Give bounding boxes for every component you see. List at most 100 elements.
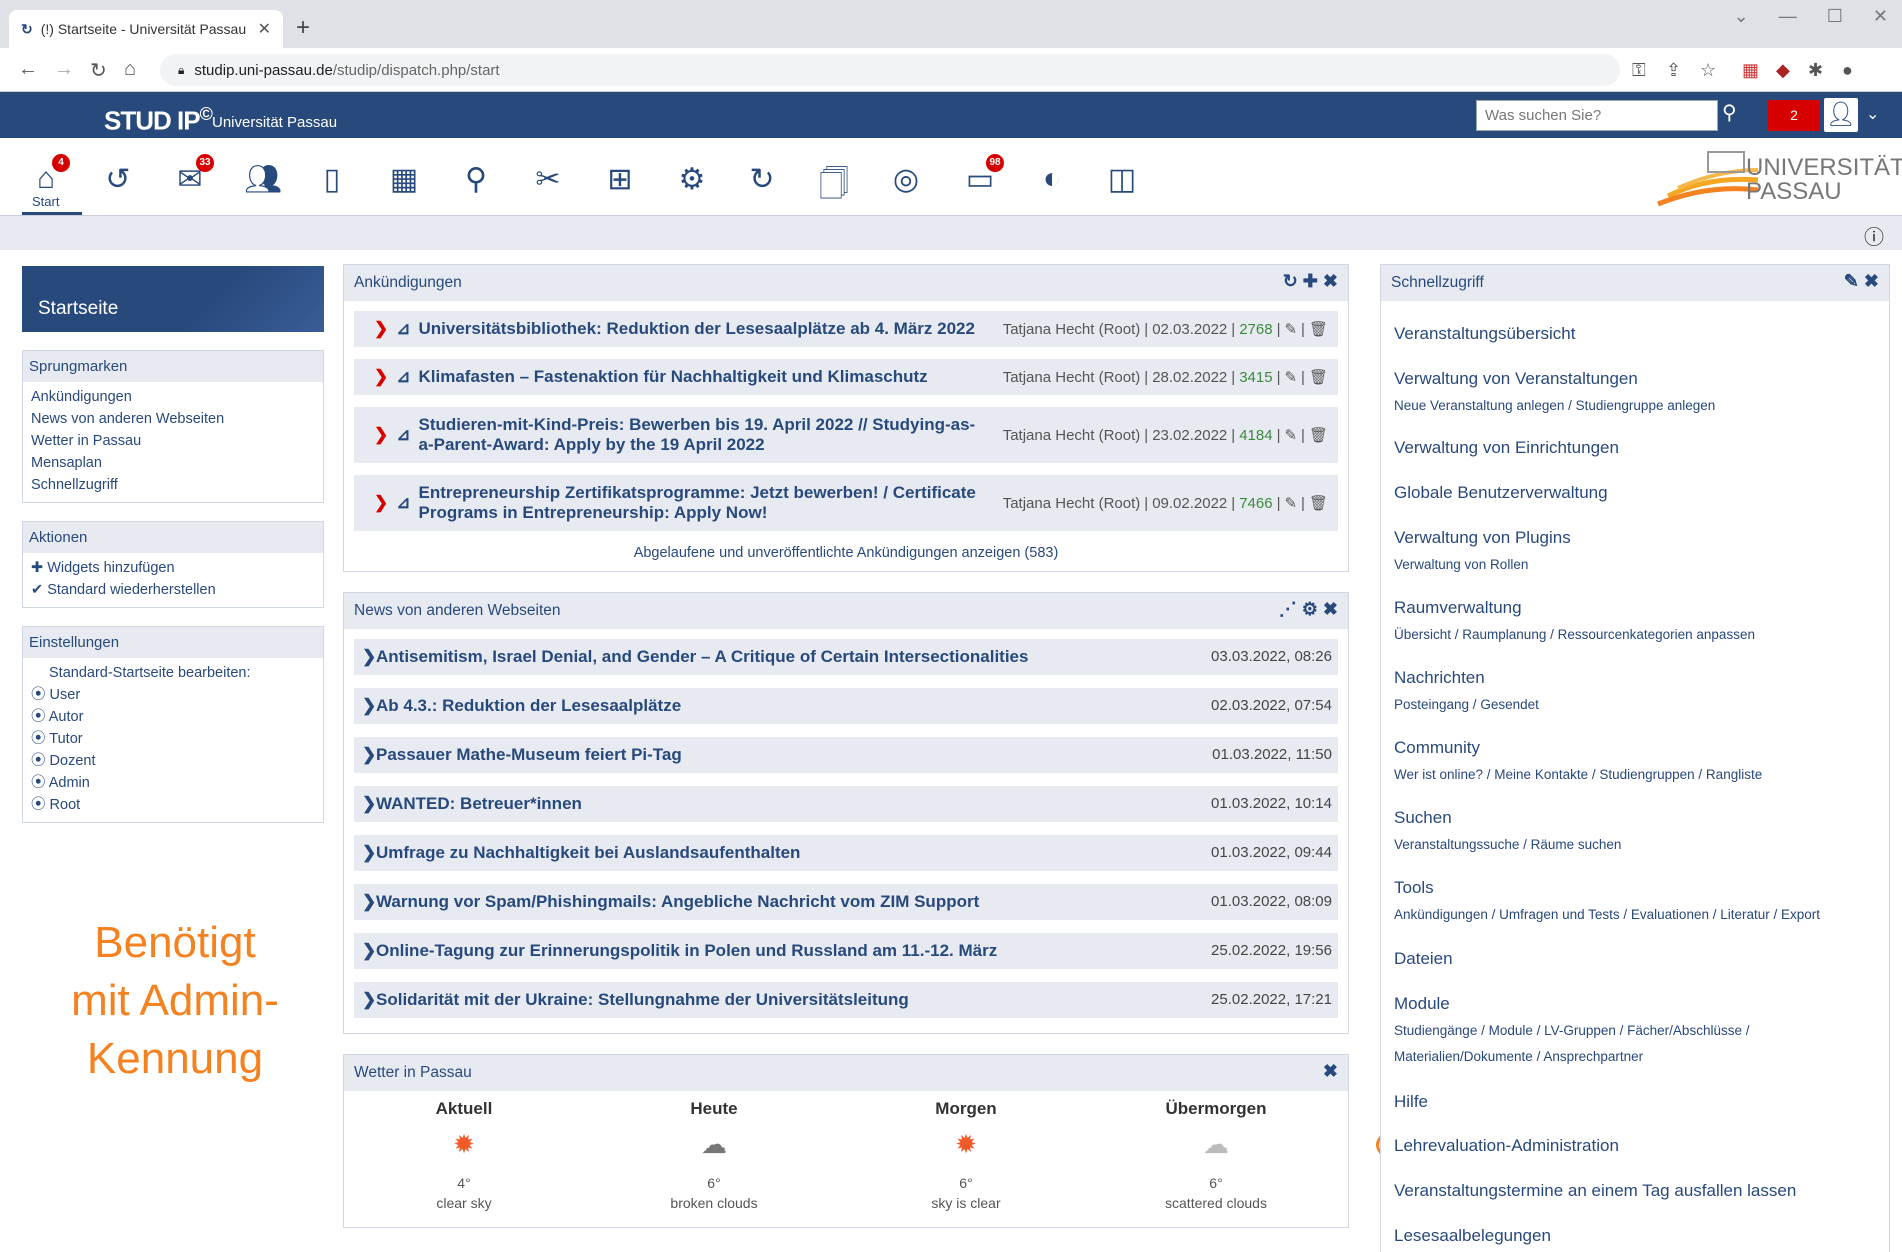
quick-sublinks[interactable]: Verwaltung von Rollen <box>1394 557 1528 572</box>
tools-icon[interactable]: ✂ <box>530 162 566 198</box>
quick-sublinks[interactable]: Ankündigungen / Umfragen und Tests / Eva… <box>1394 907 1820 922</box>
chevron-down-icon[interactable]: ⌄ <box>1866 104 1879 124</box>
announcement-row[interactable]: ❯ ⊿ Studieren-mit-Kind-Preis: Bewerben bis… <box>354 407 1338 463</box>
quick-link[interactable]: Community <box>1394 738 1480 758</box>
sidebar-link[interactable]: Schnellzugriff <box>31 474 315 496</box>
close-icon[interactable]: ✖ <box>1323 271 1338 291</box>
profile-icon[interactable]: ● <box>1842 60 1853 81</box>
studip-logo[interactable]: STUD IP© <box>104 104 213 137</box>
settings-icon[interactable]: ⚙ <box>1302 599 1318 619</box>
edit-icon[interactable]: ✎ <box>1284 368 1297 386</box>
news-row[interactable]: ❯ Umfrage zu Nachhaltigkeit bei Auslandsa… <box>354 835 1338 871</box>
news-row[interactable]: ❯ WANTED: Betreuer*innen 01.03.2022, 10:14 <box>354 786 1338 822</box>
quick-link[interactable]: Veranstaltungstermine an einem Tag ausfa… <box>1394 1181 1796 1201</box>
quick-link[interactable]: Tools <box>1394 878 1434 898</box>
quick-link[interactable]: Verwaltung von Veranstaltungen <box>1394 369 1638 389</box>
search-input[interactable]: Was suchen Sie? <box>1476 100 1718 131</box>
quick-link[interactable]: Raumverwaltung <box>1394 598 1522 618</box>
sidebar-link[interactable]: News von anderen Webseiten <box>31 408 315 430</box>
news-row[interactable]: ❯ Solidarität mit der Ukraine: Stellungna… <box>354 982 1338 1018</box>
quick-link[interactable]: Verwaltung von Plugins <box>1394 528 1571 548</box>
news-row[interactable]: ❯ Ab 4.3.: Reduktion der Lesesaalplätze 02… <box>354 688 1338 724</box>
quick-link[interactable]: Nachrichten <box>1394 668 1485 688</box>
quick-link-lehrevaluation[interactable]: Lehrevaluation-Administration <box>1394 1136 1619 1156</box>
quick-sublinks[interactable]: Wer ist online? / Meine Kontakte / Studi… <box>1394 767 1762 782</box>
trash-icon[interactable]: 🗑︎ <box>1309 426 1328 444</box>
role-link-admin[interactable]: ⦿ Admin <box>31 772 315 794</box>
quick-sublinks[interactable]: Materialien/Dokumente / Ansprechpartner <box>1394 1049 1643 1064</box>
support-icon[interactable]: ◎ <box>888 162 924 198</box>
maximize-button[interactable]: ☐ <box>1827 6 1843 27</box>
courses-icon[interactable]: ↺ <box>100 162 136 198</box>
evaluation-icon[interactable]: ◐ <box>1034 162 1070 198</box>
new-tab-button[interactable]: + <box>296 14 310 42</box>
news-row[interactable]: ❯ Warnung vor Spam/Phishingmails: Angebli… <box>354 884 1338 920</box>
quick-sublinks[interactable]: Posteingang / Gesendet <box>1394 697 1539 712</box>
add-icon[interactable]: ✚ <box>1303 271 1318 291</box>
sidebar-link[interactable]: Ankündigungen <box>31 386 315 408</box>
quick-link[interactable]: Verwaltung von Einrichtungen <box>1394 438 1619 458</box>
trash-icon[interactable]: 🗑︎ <box>1309 320 1328 338</box>
star-icon[interactable]: ☆ <box>1700 60 1716 81</box>
quick-link[interactable]: Module <box>1394 994 1450 1014</box>
quick-sublinks[interactable]: Neue Veranstaltung anlegen / Studiengrup… <box>1394 398 1715 413</box>
forward-button[interactable]: → <box>54 58 74 81</box>
news-row[interactable]: ❯ Online-Tagung zur Erinnerungspolitik in… <box>354 933 1338 969</box>
expired-announcements-link[interactable]: Abgelaufene und unveröffentlichte Ankünd… <box>344 545 1348 561</box>
edit-icon[interactable]: ✎ <box>1284 494 1297 512</box>
close-icon[interactable]: ✖ <box>1323 1061 1338 1082</box>
profile-icon[interactable]: ▯ <box>314 162 350 198</box>
admin-icon[interactable]: ⊞ <box>602 162 638 198</box>
quick-link[interactable]: Globale Benutzerverwaltung <box>1394 483 1608 503</box>
quick-sublinks[interactable]: Übersicht / Raumplanung / Ressourcenkate… <box>1394 627 1755 642</box>
edit-icon[interactable]: ✎ <box>1284 320 1297 338</box>
add-widget-link[interactable]: ✚ Widgets hinzufügen <box>31 557 315 579</box>
restore-default-link[interactable]: ✔ Standard wiederherstellen <box>31 579 315 601</box>
browser-tab[interactable]: ↻ (!) Startseite - Universität Passau ✕ <box>9 10 283 48</box>
back-button[interactable]: ← <box>18 58 38 81</box>
announcement-row[interactable]: ❯ ⊿ Entrepreneurship Zertifikatsprogramme:… <box>354 475 1338 531</box>
quick-link[interactable]: Dateien <box>1394 949 1453 969</box>
role-link-autor[interactable]: ⦿ Autor <box>31 706 315 728</box>
minimize-button[interactable]: — <box>1779 6 1797 27</box>
role-link-tutor[interactable]: ⦿ Tutor <box>31 728 315 750</box>
quick-sublinks[interactable]: Studiengänge / Module / LV-Gruppen / Fäc… <box>1394 1023 1749 1038</box>
close-window-button[interactable]: ✕ <box>1873 6 1888 27</box>
extension-icon[interactable]: ◆ <box>1776 60 1790 81</box>
close-tab-icon[interactable]: ✕ <box>258 19 271 39</box>
rss-icon[interactable]: ⋰ <box>1279 599 1297 619</box>
nav-start-label[interactable]: Start <box>32 194 59 209</box>
news-row[interactable]: ❯ Antisemitism, Israel Denial, and Gender… <box>354 639 1338 675</box>
reload-button[interactable]: ↻ <box>90 58 107 83</box>
help-icon[interactable]: ↻ <box>744 162 780 198</box>
calendar-extension-icon[interactable]: ▦ <box>1742 60 1759 81</box>
sidebar-link[interactable]: Mensaplan <box>31 452 315 474</box>
calendar-icon[interactable]: ▦ <box>386 162 422 198</box>
trash-icon[interactable]: 🗑︎ <box>1309 368 1328 386</box>
home-icon[interactable]: ⌂ 4 <box>28 154 70 198</box>
trash-icon[interactable]: 🗑︎ <box>1309 494 1328 512</box>
community-icon[interactable]: 👥︎ <box>244 162 282 198</box>
sidebar-link[interactable]: Wetter in Passau <box>31 430 315 452</box>
edit-icon[interactable]: ✎ <box>1284 426 1297 444</box>
announcement-row[interactable]: ❯ ⊿ Klimafasten – Fastenaktion für Nachhal… <box>354 359 1338 395</box>
home-button[interactable]: ⌂ <box>124 58 136 81</box>
announcement-row[interactable]: ❯ ⊿ Universitätsbibliothek: Reduktion der … <box>354 311 1338 347</box>
news-row[interactable]: ❯ Passauer Mathe-Museum feiert Pi-Tag 01.0… <box>354 737 1338 773</box>
search-icon[interactable]: ⚲ <box>458 162 494 198</box>
chevron-down-icon[interactable]: ⌄ <box>1734 6 1749 27</box>
close-icon[interactable]: ✖ <box>1864 271 1879 291</box>
puzzle-icon[interactable]: ✱ <box>1808 60 1823 81</box>
layout-icon[interactable]: ◫ <box>1104 162 1140 198</box>
share-icon[interactable]: ⇪ <box>1666 60 1681 81</box>
edit-icon[interactable]: ✎ <box>1844 271 1859 291</box>
quick-link[interactable]: Lesesaalbelegungen <box>1394 1226 1551 1246</box>
role-link-user[interactable]: ⦿ User <box>31 684 315 706</box>
quick-link[interactable]: Hilfe <box>1394 1092 1428 1112</box>
search-icon[interactable]: ⚲ <box>1722 100 1737 125</box>
quick-link[interactable]: Veranstaltungsübersicht <box>1394 324 1575 344</box>
messages-icon[interactable]: ✉ 33 <box>172 154 214 198</box>
help-icon[interactable]: ⓘ <box>1864 221 1884 250</box>
quick-link[interactable]: Suchen <box>1394 808 1452 828</box>
key-icon[interactable]: ⚿ <box>1632 60 1646 81</box>
